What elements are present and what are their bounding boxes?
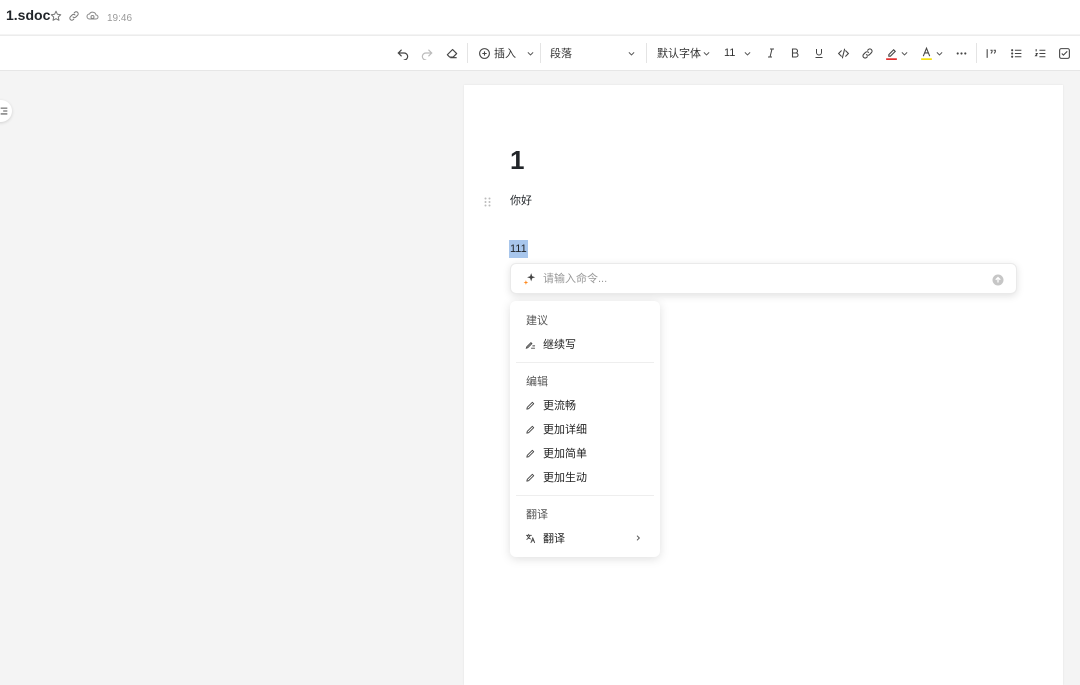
menu-item-label: 更加简单 — [543, 448, 587, 460]
chevron-down-icon — [744, 51, 751, 56]
checklist-icon — [1059, 47, 1070, 59]
plus-circle-icon — [479, 47, 490, 59]
quote-button[interactable] — [985, 36, 998, 70]
ordered-list-icon — [1034, 48, 1046, 57]
bullet-list-icon — [1011, 48, 1022, 58]
font-family-value: 默认字体 — [657, 48, 701, 60]
chevron-right-icon — [634, 534, 642, 542]
code-button[interactable] — [837, 36, 850, 70]
undo-button[interactable] — [396, 36, 410, 70]
document-title: 1.sdoc — [6, 7, 51, 23]
menu-item-continue-writing[interactable]: 继续写 — [516, 333, 654, 355]
menu-section-title-translate: 翻译 — [526, 509, 548, 521]
drag-handle-icon[interactable] — [484, 194, 491, 212]
text-color-button[interactable] — [920, 36, 944, 70]
highlight-color-button[interactable] — [885, 36, 909, 70]
ai-sparkle-icon — [523, 272, 537, 291]
italic-icon — [768, 48, 774, 58]
checklist-button[interactable] — [1058, 36, 1071, 70]
ordered-list-button[interactable] — [1034, 36, 1047, 70]
menu-item-label: 更加详细 — [543, 424, 587, 436]
translate-icon — [525, 533, 539, 544]
document-paragraph[interactable]: 你好 — [510, 192, 532, 208]
pencil-icon — [525, 472, 539, 483]
menu-item-label: 继续写 — [543, 339, 576, 351]
toolbar-divider — [540, 43, 541, 63]
pencil-icon — [525, 424, 539, 435]
chevron-down-icon — [936, 51, 943, 56]
paragraph-style-select[interactable]: 段落 — [550, 36, 636, 70]
quote-icon — [986, 48, 996, 58]
ai-command-input[interactable] — [543, 270, 963, 288]
menu-section-title-suggest: 建议 — [526, 315, 548, 327]
insert-label: 插入 — [494, 48, 516, 60]
document-heading[interactable]: 1 — [510, 145, 524, 176]
continue-write-icon — [525, 339, 539, 350]
toolbar-divider — [646, 43, 647, 63]
bold-icon — [791, 48, 799, 58]
ai-command-box — [510, 263, 1017, 294]
underline-button[interactable] — [813, 36, 825, 70]
title-actions: 19:46 — [50, 9, 132, 27]
menu-divider — [516, 362, 654, 363]
menu-divider — [516, 495, 654, 496]
selected-text[interactable]: 111 — [509, 240, 528, 258]
redo-icon — [421, 49, 433, 60]
ai-action-menu: 建议 继续写 编辑 更流畅 更加详细 更加简单 更加生动 翻译 翻译 — [510, 301, 660, 557]
menu-section-title-edit: 编辑 — [526, 376, 548, 388]
chevron-down-icon — [527, 51, 534, 56]
outline-toggle-button[interactable] — [0, 100, 12, 122]
paragraph-style-value: 段落 — [550, 48, 572, 60]
menu-item-more-detailed[interactable]: 更加详细 — [516, 418, 654, 440]
pencil-icon — [525, 400, 539, 411]
eraser-icon — [446, 48, 458, 59]
insert-button[interactable]: 插入 — [478, 36, 535, 70]
underline-icon — [815, 49, 823, 58]
menu-item-translate[interactable]: 翻译 — [516, 527, 654, 549]
more-button[interactable] — [955, 36, 968, 70]
redo-button[interactable] — [420, 36, 434, 70]
bullet-list-button[interactable] — [1010, 36, 1023, 70]
save-time: 19:46 — [107, 12, 133, 24]
chevron-down-icon — [703, 51, 710, 56]
font-size-value: 11 — [724, 47, 736, 59]
outline-icon — [0, 107, 8, 115]
menu-item-label: 更流畅 — [543, 400, 576, 412]
link-button[interactable] — [861, 36, 874, 70]
star-icon[interactable] — [50, 9, 62, 27]
link-icon[interactable] — [68, 9, 80, 27]
undo-icon — [397, 49, 409, 60]
bold-button[interactable] — [789, 36, 801, 70]
pencil-icon — [525, 448, 539, 459]
send-icon[interactable] — [992, 273, 1004, 291]
code-icon — [837, 48, 850, 58]
toolbar-divider — [467, 43, 468, 63]
font-family-select[interactable]: 默认字体 — [657, 36, 711, 70]
font-color-icon — [921, 46, 932, 60]
chevron-down-icon — [901, 51, 908, 56]
toolbar-divider — [976, 43, 977, 63]
menu-item-simpler[interactable]: 更加简单 — [516, 442, 654, 464]
menu-item-label: 翻译 — [543, 533, 565, 545]
chevron-down-icon — [628, 51, 635, 56]
more-icon — [956, 51, 967, 55]
font-size-select[interactable]: 11 — [724, 36, 752, 70]
menu-item-more-vivid[interactable]: 更加生动 — [516, 466, 654, 488]
link-icon — [862, 47, 873, 59]
clear-format-button[interactable] — [445, 36, 459, 70]
cloud-sync-icon — [86, 9, 99, 27]
formatting-toolbar: 插入 段落 默认字体 11 — [0, 35, 1080, 71]
menu-item-label: 更加生动 — [543, 472, 587, 484]
marker-icon — [886, 48, 897, 60]
title-bar: 1.sdoc 19:46 — [0, 0, 1080, 34]
menu-item-more-fluent[interactable]: 更流畅 — [516, 394, 654, 416]
italic-button[interactable] — [765, 36, 777, 70]
